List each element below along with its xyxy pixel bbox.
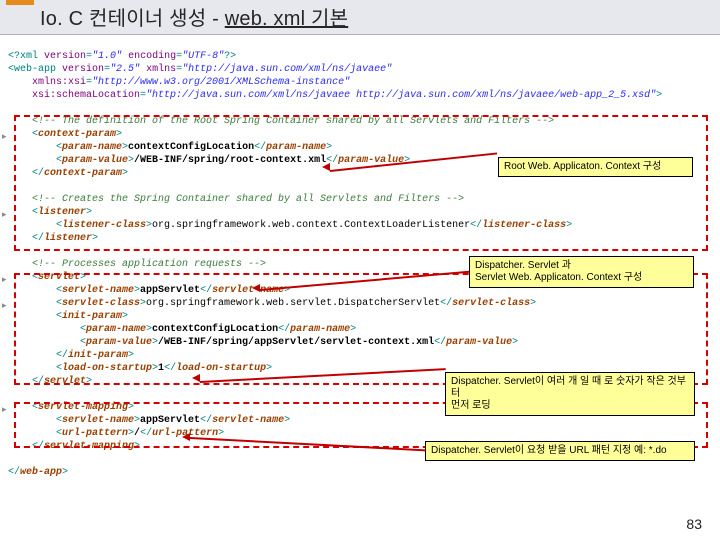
callout-root-context: Root Web. Applicaton. Context 구성	[498, 157, 693, 177]
callout-load-on-startup: Dispatcher. Servlet이 여러 개 일 때 로 숫자가 작은 것…	[445, 372, 695, 416]
fold-triangle-icon[interactable]: ▸	[2, 300, 7, 311]
fold-triangle-icon[interactable]: ▸	[2, 131, 7, 142]
arrow-head-icon	[182, 433, 190, 441]
arrow-head-icon	[192, 374, 200, 382]
page-number: 83	[686, 516, 702, 532]
page-title: Io. C 컨테이너 생성 - web. xml 기본	[40, 2, 348, 31]
callout-dispatcher-context: Dispatcher. Servlet 과 Servlet Web. Appli…	[469, 256, 694, 288]
fold-triangle-icon[interactable]: ▸	[2, 404, 7, 415]
highlight-box-1	[14, 115, 708, 251]
title-underlined: web. xml 기본	[225, 8, 348, 30]
title-marker	[6, 0, 34, 5]
title-prefix: Io. C 컨테이너 생성 -	[40, 8, 225, 30]
highlight-box-2	[14, 273, 708, 385]
fold-triangle-icon[interactable]: ▸	[2, 209, 7, 220]
callout-url-pattern: Dispatcher. Servlet이 요청 받을 URL 패턴 지정 예: …	[425, 441, 695, 461]
arrow-head-icon	[252, 284, 260, 292]
fold-triangle-icon[interactable]: ▸	[2, 274, 7, 285]
title-bar: Io. C 컨테이너 생성 - web. xml 기본	[0, 0, 720, 35]
arrow-head-icon	[322, 163, 330, 171]
